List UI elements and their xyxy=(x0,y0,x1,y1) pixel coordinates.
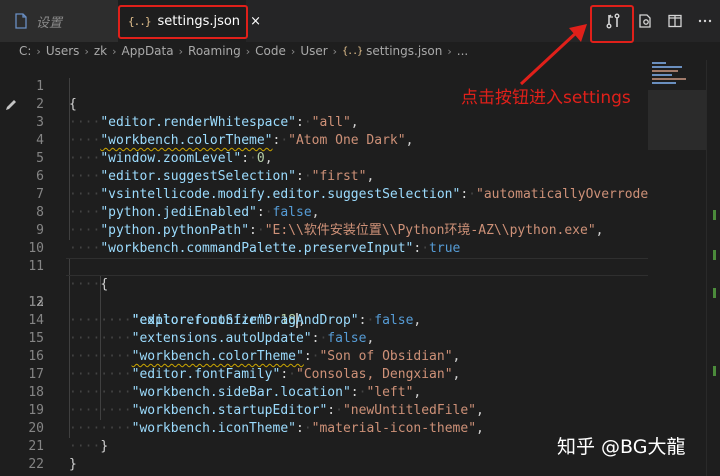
tab-settings-json[interactable]: {..} settings.json × xyxy=(118,0,261,42)
close-icon[interactable]: × xyxy=(250,14,261,29)
watermark: 知乎 @BG大龍 xyxy=(557,436,686,458)
minimap-line xyxy=(652,82,676,84)
split-editor-button[interactable] xyxy=(662,8,688,34)
scrollbar-marker xyxy=(713,366,716,376)
breadcrumb-item[interactable]: User xyxy=(300,44,327,58)
open-changes-button[interactable] xyxy=(632,8,658,34)
tab-label: settings.json xyxy=(157,13,241,29)
code-line: 4 ····"window.zoomLevel":·0, xyxy=(0,114,648,166)
minimap-line xyxy=(652,66,682,68)
minimap-line xyxy=(652,78,686,80)
code-line: 20 ····} xyxy=(0,402,648,454)
breadcrumb-item[interactable]: Code xyxy=(255,44,286,58)
tab-label: 设置 xyxy=(36,15,63,31)
current-line-highlight xyxy=(66,258,648,276)
json-braces-icon: {..} xyxy=(128,14,151,28)
more-icon xyxy=(698,19,712,23)
breadcrumb: C: › Users › zk › AppData › Roaming › Code › U… xyxy=(0,42,720,60)
minimap-line xyxy=(652,70,678,72)
code-line: 14 ········"extensions.autoUpdate":·fals… xyxy=(0,294,648,346)
brace: } xyxy=(69,457,77,472)
annotation-arrow xyxy=(519,24,587,86)
minimap[interactable] xyxy=(648,60,706,476)
code-line: 22 xyxy=(0,438,648,472)
scrollbar-marker xyxy=(713,250,716,260)
chevron-right-icon: › xyxy=(36,44,41,58)
scrollbar-marker xyxy=(713,210,716,220)
chevron-right-icon: › xyxy=(245,44,251,58)
minimap-line xyxy=(652,62,666,64)
chevron-right-icon: › xyxy=(447,44,452,58)
breadcrumb-item[interactable]: C: xyxy=(19,44,31,58)
breadcrumb-item[interactable]: AppData xyxy=(122,44,174,58)
code-line-current: 12 ········"editor.fontSize":·18, xyxy=(0,258,648,328)
open-changes-icon xyxy=(639,14,651,28)
chevron-right-icon: › xyxy=(290,44,296,58)
json-braces-icon: {..} xyxy=(342,45,363,57)
code-line: 19 ········"workbench.iconTheme":·"mater… xyxy=(0,384,648,436)
code-line: 18 ········"workbench.startupEditor":·"n… xyxy=(0,366,648,418)
pencil-icon[interactable] xyxy=(4,98,18,112)
minimap-line xyxy=(652,74,672,76)
more-actions-button[interactable] xyxy=(692,8,718,34)
code-line: 9 ····"workbench.commandPalette.preserve… xyxy=(0,204,648,256)
code-line: 13 ········"explorer.confirmDragAndDrop"… xyxy=(0,276,648,328)
code-line: 10 xyxy=(0,222,648,256)
code-line: 17 ········"workbench.sideBar.location":… xyxy=(0,348,648,400)
code-line: 8 ····"python.pythonPath":·"E:\\软件安装位置\\… xyxy=(0,186,648,238)
tab-settings-ui[interactable]: 设置 xyxy=(0,0,118,42)
code-line: 16 ········"editor.fontFamily":·"Consola… xyxy=(0,330,648,382)
chevron-right-icon: › xyxy=(112,44,117,58)
breadcrumb-item[interactable]: settings.json xyxy=(366,44,442,58)
chevron-right-icon: › xyxy=(84,44,89,58)
line-number: 22 xyxy=(28,457,44,472)
tab-bar: 设置 {..} settings.json × xyxy=(0,0,720,42)
minimap-slider[interactable] xyxy=(648,90,706,150)
code-line: 15 ········"workbench.colorTheme":·"Son … xyxy=(0,312,648,364)
chevron-right-icon: › xyxy=(178,44,184,58)
breadcrumb-item[interactable]: Users xyxy=(46,44,80,58)
code-line: 7 ····"python.jediEnabled":·false, xyxy=(0,168,648,220)
code-line: 6 ····"vsintellicode.modify.editor.sugge… xyxy=(0,150,648,202)
breadcrumb-item[interactable]: zk xyxy=(94,44,107,58)
breadcrumb-item[interactable]: Roaming xyxy=(188,44,241,58)
open-settings-ui-icon xyxy=(606,13,620,29)
breadcrumb-item[interactable]: ... xyxy=(457,44,468,58)
code-editor[interactable]: 1 { 2 ····"editor.renderWhitespace":·"al… xyxy=(0,60,648,476)
vertical-scrollbar[interactable] xyxy=(706,60,720,476)
code-line: 5 ····"editor.suggestSelection":·"first"… xyxy=(0,132,648,184)
scrollbar-marker xyxy=(713,288,716,298)
open-settings-ui-button[interactable] xyxy=(600,8,626,34)
code-line: 11 ····{ xyxy=(0,240,648,292)
file-icon xyxy=(15,13,27,29)
chevron-right-icon: › xyxy=(332,44,338,58)
annotation-text: 点击按钮进入settings xyxy=(461,88,631,108)
split-editor-icon xyxy=(668,14,682,28)
code-line: 21 } xyxy=(0,420,648,472)
